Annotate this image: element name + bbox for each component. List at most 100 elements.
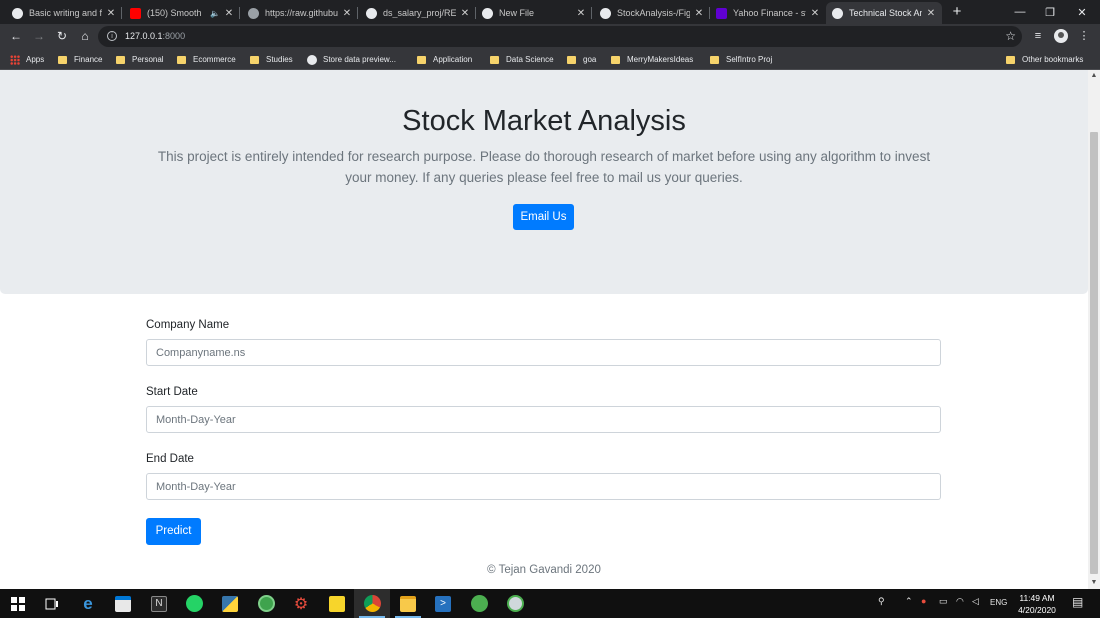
minimize-icon[interactable]: —: [1004, 0, 1036, 24]
page-title: Stock Market Analysis: [402, 105, 686, 137]
file-explorer-icon[interactable]: [390, 589, 426, 618]
start-icon[interactable]: [0, 589, 36, 618]
media-control-icon[interactable]: ≡: [1031, 29, 1045, 43]
python-icon[interactable]: [212, 589, 248, 618]
scroll-thumb[interactable]: [1090, 132, 1098, 574]
notion-icon[interactable]: N: [141, 589, 177, 618]
close-tab-icon[interactable]: ✕: [224, 8, 234, 19]
bookmark-personal[interactable]: Personal: [116, 53, 164, 66]
bookmark-ecommerce[interactable]: Ecommerce: [177, 53, 236, 66]
tab-title: StockAnalysis-/Fig: [617, 8, 690, 18]
chrome-icon[interactable]: [354, 589, 390, 618]
new-tab-button[interactable]: +: [948, 3, 966, 21]
close-tab-icon[interactable]: ✕: [810, 8, 820, 19]
url-port: :8000: [162, 31, 186, 41]
apps-grid-icon: [10, 54, 20, 65]
settings-icon[interactable]: ⚙: [283, 589, 319, 618]
tab-technical-stock[interactable]: Technical Stock An ✕: [826, 2, 942, 24]
company-name-label: Company Name: [146, 319, 230, 331]
battery-icon[interactable]: ▭: [939, 596, 948, 607]
email-us-button[interactable]: Email Us: [513, 204, 574, 230]
bookmark-data-science[interactable]: Data Science: [490, 53, 554, 66]
home-icon[interactable]: ⌂: [77, 28, 93, 44]
tab-raw-github[interactable]: https://raw.githubu ✕: [242, 2, 358, 24]
tab-title: Basic writing and fo: [29, 8, 102, 18]
tab-basic-writing[interactable]: Basic writing and fo ✕: [6, 2, 122, 24]
close-tab-icon[interactable]: ✕: [926, 8, 936, 19]
start-date-label: Start Date: [146, 386, 198, 398]
tab-strip: Basic writing and fo ✕ (150) Smooth 🔈 ✕ …: [0, 0, 1100, 24]
close-tab-icon[interactable]: ✕: [694, 8, 704, 19]
tab-new-file[interactable]: New File ✕: [476, 2, 592, 24]
tab-title: (150) Smooth: [147, 8, 202, 18]
language-indicator[interactable]: ENG: [990, 598, 1007, 607]
tab-separator: [239, 7, 240, 19]
powershell-icon[interactable]: >: [425, 589, 461, 618]
bookmark-star-icon[interactable]: ☆: [1005, 29, 1016, 43]
tab-youtube[interactable]: (150) Smooth 🔈 ✕: [124, 2, 240, 24]
bookmark-label: Application: [433, 55, 473, 64]
whatsapp-icon[interactable]: [176, 589, 212, 618]
close-tab-icon[interactable]: ✕: [106, 8, 116, 19]
wifi-icon[interactable]: ◠: [956, 596, 964, 607]
close-tab-icon[interactable]: ✕: [342, 8, 352, 19]
bookmark-studies[interactable]: Studies: [250, 53, 293, 66]
speaker-icon[interactable]: 🔈: [210, 9, 220, 18]
notifications-icon[interactable]: ▤: [1072, 595, 1083, 609]
globe-icon: [248, 7, 259, 19]
scroll-down-icon[interactable]: ▼: [1088, 577, 1100, 589]
bookmark-label: Ecommerce: [193, 55, 236, 64]
bookmark-store-data[interactable]: Store data preview...: [307, 53, 396, 66]
tray-app-icon[interactable]: ●: [921, 596, 926, 606]
chevron-up-icon[interactable]: ⌃: [905, 596, 913, 607]
sticky-notes-icon[interactable]: [319, 589, 355, 618]
start-date-input[interactable]: [146, 406, 941, 433]
scroll-up-icon[interactable]: ▲: [1088, 70, 1100, 82]
restore-icon[interactable]: ❐: [1034, 0, 1066, 24]
green-app-icon[interactable]: [461, 589, 497, 618]
info-icon[interactable]: i: [107, 31, 117, 41]
store-icon[interactable]: [105, 589, 141, 618]
browser-app-icon[interactable]: [497, 589, 533, 618]
back-icon[interactable]: ←: [8, 28, 24, 44]
tab-title: https://raw.githubu: [265, 8, 338, 18]
globe-app-icon[interactable]: [248, 589, 284, 618]
end-date-label: End Date: [146, 453, 194, 465]
company-name-input[interactable]: [146, 339, 941, 366]
bookmark-label: Studies: [266, 55, 293, 64]
page-scrollbar[interactable]: ▲ ▼: [1088, 70, 1100, 589]
bookmarks-bar: Apps Finance Personal Ecommerce Studies …: [0, 49, 1100, 70]
bookmark-apps[interactable]: Apps: [10, 53, 44, 66]
bookmark-label: Other bookmarks: [1022, 55, 1084, 64]
people-icon[interactable]: ⚲: [878, 596, 885, 607]
menu-icon[interactable]: ⋮: [1077, 29, 1091, 43]
tab-ds-salary[interactable]: ds_salary_proj/REA ✕: [360, 2, 476, 24]
tab-yahoo-finance[interactable]: Yahoo Finance - st ✕: [710, 2, 826, 24]
url-text[interactable]: 127.0.0.1:8000: [125, 31, 185, 41]
profile-avatar[interactable]: [1054, 29, 1068, 43]
close-tab-icon[interactable]: ✕: [460, 8, 470, 19]
task-view-icon[interactable]: [34, 589, 70, 618]
clock-date: 4/20/2020: [1018, 605, 1056, 615]
reload-icon[interactable]: ↻: [54, 28, 70, 44]
forward-icon[interactable]: →: [31, 28, 47, 44]
bookmark-label: Store data preview...: [323, 55, 396, 64]
close-tab-icon[interactable]: ✕: [576, 8, 586, 19]
bookmark-finance[interactable]: Finance: [58, 53, 102, 66]
edge-icon[interactable]: e: [70, 589, 106, 618]
close-window-icon[interactable]: ✕: [1066, 0, 1098, 24]
bookmark-selfintro[interactable]: SelfIntro Proj: [710, 53, 772, 66]
predict-button[interactable]: Predict: [146, 518, 201, 545]
tab-stockanalysis[interactable]: StockAnalysis-/Fig ✕: [594, 2, 710, 24]
bookmark-application[interactable]: Application: [417, 53, 472, 66]
tab-separator: [121, 7, 122, 19]
volume-icon[interactable]: ◁: [972, 596, 979, 607]
bookmark-merrymakers[interactable]: MerryMakersIdeas: [611, 53, 693, 66]
address-bar[interactable]: i 127.0.0.1:8000 ☆: [98, 26, 1022, 47]
end-date-input[interactable]: [146, 473, 941, 500]
yahoo-icon: [716, 7, 727, 19]
bookmark-other[interactable]: Other bookmarks: [1006, 53, 1083, 66]
bookmark-goa[interactable]: goa: [567, 53, 596, 66]
folder-icon: [417, 55, 426, 64]
clock[interactable]: 11:49 AM 4/20/2020: [1014, 592, 1060, 616]
